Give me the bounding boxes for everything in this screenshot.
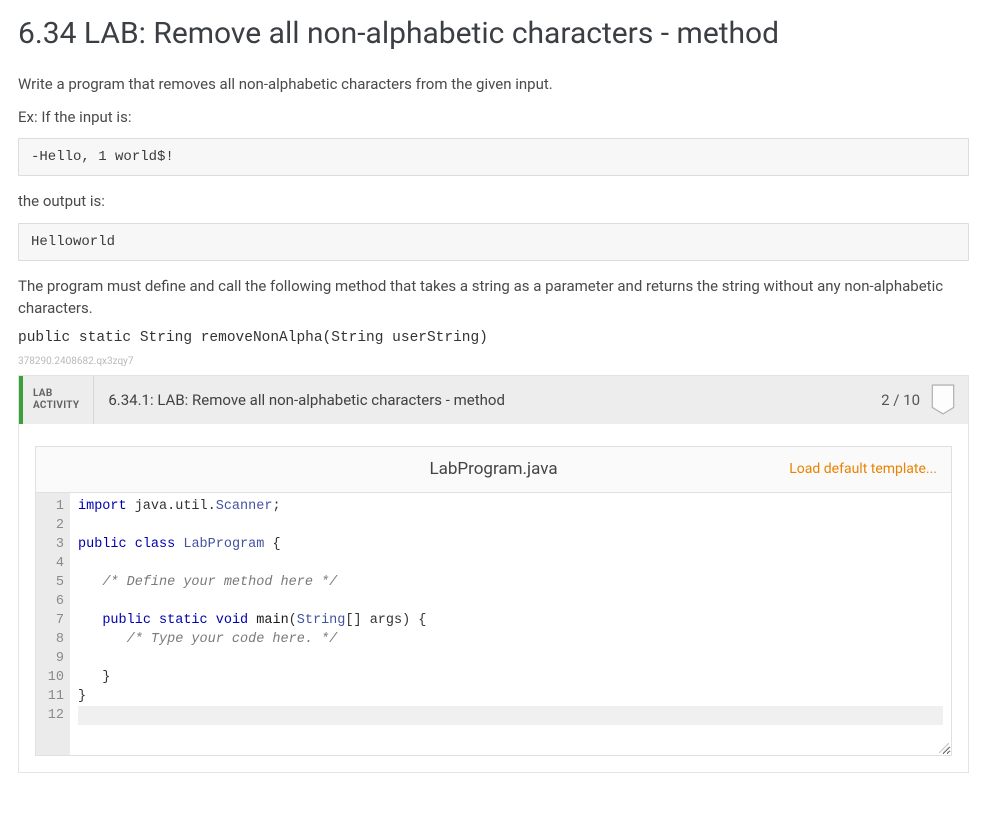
file-name: LabProgram.java <box>429 459 557 479</box>
lab-activity-panel: LAB ACTIVITY 6.34.1: LAB: Remove all non… <box>18 375 969 773</box>
editor-wrapper: LabProgram.java Load default template...… <box>19 424 968 772</box>
example-input-block: -Hello, 1 world$! <box>18 138 969 176</box>
content-hash: 378290.2408682.qx3zqy7 <box>18 356 969 367</box>
resize-handle-icon <box>937 741 949 753</box>
intro-text: Write a program that removes all non-alp… <box>18 73 969 96</box>
requirement-text: The program must define and call the fol… <box>18 275 969 320</box>
code-editor[interactable]: 123456789101112 import java.util.Scanner… <box>35 492 952 756</box>
activity-score: 2 / 10 <box>869 376 968 424</box>
bookmark-icon <box>930 384 956 416</box>
example-output-block: Helloworld <box>18 223 969 261</box>
activity-type-line1: LAB <box>33 388 79 400</box>
example-input-label: Ex: If the input is: <box>18 106 969 129</box>
line-number-gutter: 123456789101112 <box>36 493 70 755</box>
code-text[interactable]: import java.util.Scanner; public class L… <box>70 493 951 755</box>
activity-type-line2: ACTIVITY <box>33 400 79 412</box>
page-title: 6.34 LAB: Remove all non-alphabetic char… <box>18 16 969 51</box>
file-header: LabProgram.java Load default template... <box>35 446 952 492</box>
method-signature: public static String removeNonAlpha(Stri… <box>18 330 969 346</box>
activity-score-text: 2 / 10 <box>881 391 920 409</box>
activity-header-bar: LAB ACTIVITY 6.34.1: LAB: Remove all non… <box>19 376 968 424</box>
example-output-label: the output is: <box>18 190 969 213</box>
activity-title: 6.34.1: LAB: Remove all non-alphabetic c… <box>94 376 869 424</box>
activity-type-badge: LAB ACTIVITY <box>23 376 94 424</box>
load-default-template-link[interactable]: Load default template... <box>789 461 937 477</box>
